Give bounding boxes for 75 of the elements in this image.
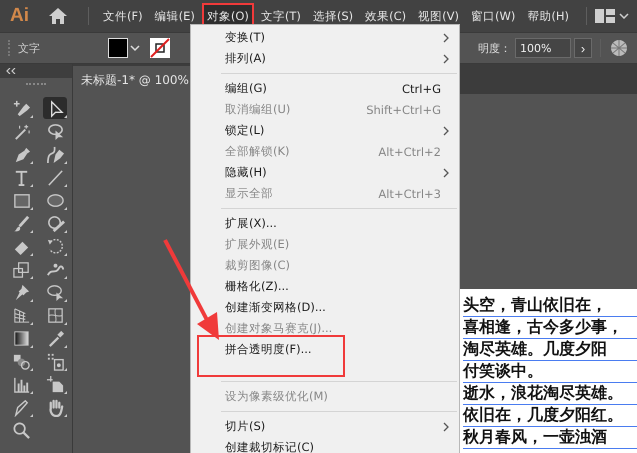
opacity-label: 明度： (478, 40, 511, 56)
stroke-none-swatch[interactable] (150, 38, 170, 58)
artboard-text-line: 秋月春风，一壶浊酒 (463, 427, 637, 449)
menu-item[interactable]: 编辑(E) (150, 3, 200, 29)
artboard-text-line: 付笑谈中。 (463, 361, 637, 383)
perspective-grid-icon (12, 306, 30, 324)
menu-entry-label: 锁定(L) (225, 123, 264, 138)
blob-brush-icon (46, 214, 64, 232)
opacity-field[interactable]: 100% (515, 38, 571, 58)
curved-pen-icon (46, 144, 64, 164)
artboard-text-line: 逝水，浪花淘尽英雄。 (463, 383, 637, 405)
shortcut-text: Ctrl+G (402, 82, 441, 96)
menu-entry-label: 创建裁切标记(C) (225, 440, 314, 453)
menu-item[interactable]: 文字(T) (256, 3, 306, 29)
menu-item[interactable]: 窗口(W) (466, 3, 520, 29)
menu-entry-label: 拼合透明度(F)... (225, 342, 312, 357)
home-icon[interactable] (48, 7, 68, 25)
rotate-icon (46, 236, 64, 256)
menu-entry[interactable]: 创建裁切标记(C) (191, 437, 459, 453)
menu-entry-label: 取消编组(U) (225, 102, 290, 117)
menu-entry-label: 编组(G) (225, 81, 267, 96)
menu-entry[interactable]: 变换(T) (191, 27, 459, 48)
menu-item[interactable]: 文件(F) (98, 3, 148, 29)
menu-entry-label: 裁剪图像(C) (225, 258, 290, 273)
slice-knife-icon (12, 398, 30, 416)
menu-item[interactable]: 视图(V) (413, 3, 464, 29)
menu-entry-label: 创建对象马赛克(J)... (225, 321, 332, 336)
menu-entry-label: 隐藏(H) (225, 165, 267, 180)
lasso-icon (46, 122, 64, 140)
globe-icon[interactable] (609, 38, 629, 58)
menu-entry[interactable]: 栅格化(Z)... (191, 276, 459, 297)
artboard-text-line: 喜相逢，古今多少事， (463, 317, 637, 339)
line-segment-icon (46, 168, 64, 186)
zoom-icon (12, 420, 30, 440)
artboard-icon (46, 374, 64, 394)
menu-entry[interactable]: 扩展(X)... (191, 213, 459, 234)
menu-entry-label: 栅格化(Z)... (225, 279, 289, 294)
double-chevron-icon[interactable] (6, 68, 16, 74)
mesh-icon (46, 306, 64, 324)
shortcut-text: Shift+Ctrl+G (366, 102, 441, 116)
menu-entry-label: 扩展(X)... (225, 216, 277, 231)
menu-entry[interactable]: 拼合透明度(F)... (191, 339, 459, 360)
menu-item[interactable]: 帮助(H) (522, 3, 574, 29)
selection-type-label: 文字 (18, 40, 41, 56)
scale-icon (12, 260, 30, 278)
app-logo: Ai (10, 5, 30, 27)
menu-entry[interactable]: 排列(A) (191, 48, 459, 69)
caret-icon[interactable] (619, 13, 629, 19)
pen-plus-icon (12, 98, 30, 118)
menu-entry[interactable]: 隐藏(H) (191, 162, 459, 183)
menu-entry-label: 切片(S) (225, 419, 266, 434)
menu-item[interactable]: 效果(C) (360, 3, 412, 29)
next-button[interactable]: › (574, 38, 592, 58)
menu-entry-label: 变换(T) (225, 30, 265, 45)
workspace-layout-icon[interactable] (595, 9, 615, 23)
shape-builder-icon (46, 282, 64, 302)
menu-entry-label: 设为像素级优化(M) (225, 389, 328, 404)
menu-entry[interactable]: 切片(S) (191, 416, 459, 437)
menu-entry-label: 扩展外观(E) (225, 237, 290, 252)
shortcut-text: Alt+Ctrl+3 (378, 186, 441, 200)
gradient-swatch-icon (12, 328, 30, 348)
menu-item[interactable]: 选择(S) (308, 3, 358, 29)
menu-entry[interactable]: 创建渐变网格(D)... (191, 297, 459, 318)
artboard-text-line: 依旧在，几度夕阳红。 (463, 405, 637, 427)
spray-can-icon (46, 352, 64, 370)
tool-button[interactable] (43, 97, 67, 119)
fill-swatch[interactable] (108, 38, 128, 58)
menu-entry-label: 创建渐变网格(D)... (225, 300, 326, 315)
artboard-text-line: 淘尽英雄。几度夕阳 (463, 339, 637, 361)
menu-entry-label: 显示全部 (225, 186, 273, 201)
shortcut-text: Alt+Ctrl+2 (378, 144, 441, 158)
menu-entry-label: 全部解锁(K) (225, 144, 290, 159)
menu-entry-label: 排列(A) (225, 51, 266, 66)
menu-entry[interactable]: 锁定(L) (191, 120, 459, 141)
artboard-text-line: 头空，青山依旧在， (463, 295, 637, 317)
